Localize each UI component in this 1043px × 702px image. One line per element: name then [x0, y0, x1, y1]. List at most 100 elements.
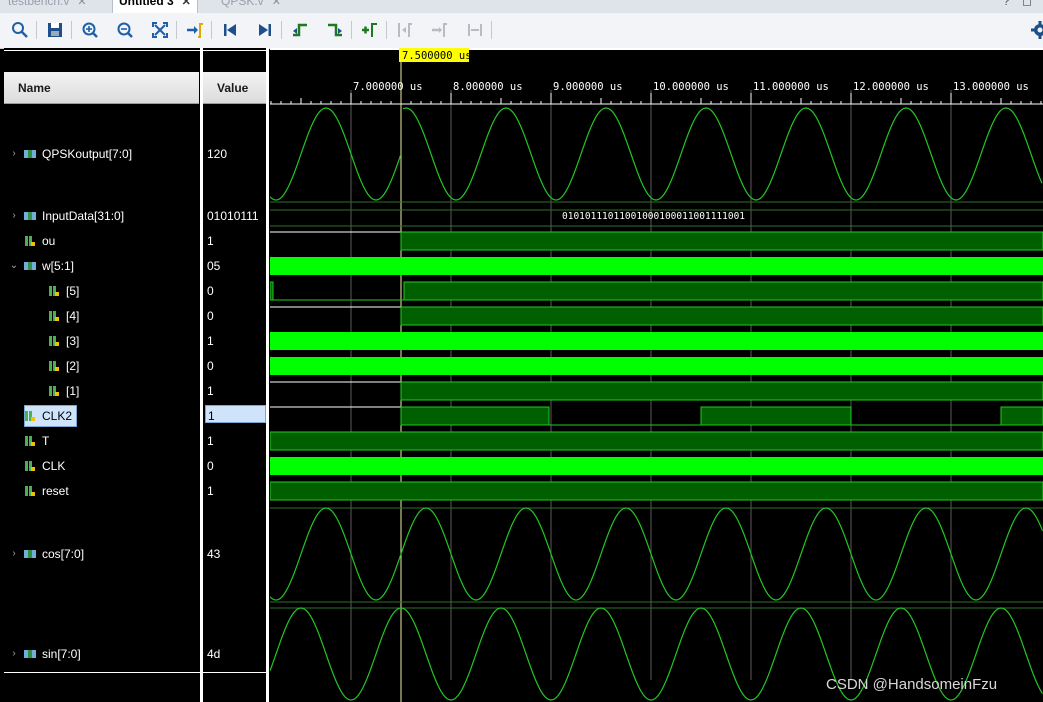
clk2-high	[400, 406, 550, 426]
time-tick-label: 7.000000 us	[353, 81, 423, 93]
value-column-header[interactable]: Value	[203, 72, 266, 104]
signal-value: 1	[205, 405, 266, 423]
timeline-top-border	[270, 48, 1043, 50]
bus-signal-icon	[24, 148, 36, 160]
signal-value: 05	[207, 259, 221, 273]
zoom-fit-icon[interactable]	[151, 21, 169, 39]
signal-row[interactable]: [2]	[4, 357, 200, 375]
signal-name: [4]	[66, 309, 80, 323]
signal-row[interactable]: › sin[7:0]	[4, 645, 200, 663]
go-to-last-time-icon[interactable]	[256, 21, 274, 39]
watermark: CSDN @HandsomeinFzu	[826, 676, 998, 693]
signal-row[interactable]: ⌄ w[5:1]	[4, 257, 200, 275]
next-transition-icon[interactable]	[326, 21, 344, 39]
settings-icon[interactable]	[1031, 21, 1043, 39]
w1-high	[400, 381, 1043, 401]
waveform-toolbar	[0, 13, 1043, 49]
collapse-chevron-icon[interactable]: ⌄	[8, 257, 20, 275]
signal-row[interactable]: [5]	[4, 282, 200, 300]
toolbar-divider	[211, 21, 212, 39]
signal-row[interactable]: reset	[4, 482, 200, 500]
bus-signal-icon	[24, 210, 36, 222]
signal-name: [1]	[66, 384, 80, 398]
add-marker-icon[interactable]	[361, 21, 379, 39]
save-icon[interactable]	[46, 21, 64, 39]
signal-name: reset	[42, 484, 69, 498]
bus-value-label: 01010111011001000100011001111001	[562, 211, 745, 222]
waveform-canvas[interactable]: 7.000000 us 8.000000 us 9.000000 us 10.0000…	[270, 48, 1043, 702]
next-marker-icon	[431, 21, 449, 39]
go-to-time-0-icon[interactable]	[221, 21, 239, 39]
panel-divider	[4, 50, 200, 51]
expand-chevron-icon[interactable]: ›	[8, 207, 20, 225]
clk-waveform	[270, 457, 1043, 475]
signal-value: 1	[207, 334, 214, 348]
logic-signal-icon	[24, 410, 36, 422]
signal-row[interactable]: [4]	[4, 307, 200, 325]
logic-signal-icon	[24, 435, 36, 447]
signal-row[interactable]: › QPSKoutput[7:0]	[4, 145, 200, 163]
w5-high	[270, 281, 274, 301]
tab-label: Untitled 3	[119, 0, 174, 8]
signal-row[interactable]: CLK2	[4, 405, 200, 427]
close-icon[interactable]: ✕	[272, 0, 281, 8]
swap-cursors-icon	[466, 21, 484, 39]
zoom-in-icon[interactable]	[81, 21, 99, 39]
signal-row[interactable]: › cos[7:0]	[4, 545, 200, 563]
signal-name: cos[7:0]	[42, 547, 85, 561]
signal-row[interactable]: T	[4, 432, 200, 450]
cos-waveform	[270, 507, 1043, 601]
panel-divider	[4, 672, 200, 673]
signal-value: 4d	[207, 647, 221, 661]
signal-row[interactable]: › InputData[31:0]	[4, 207, 200, 225]
bus-signal-icon	[24, 260, 36, 272]
signal-row[interactable]: [3]	[4, 332, 200, 350]
signal-row[interactable]: [1]	[4, 382, 200, 400]
search-icon[interactable]	[11, 21, 29, 39]
expand-chevron-icon[interactable]: ›	[8, 145, 20, 163]
signal-name: sin[7:0]	[42, 647, 81, 661]
maximize-icon[interactable]: ◻	[1022, 0, 1032, 8]
signal-name: [5]	[66, 284, 80, 298]
zoom-out-icon[interactable]	[116, 21, 134, 39]
signal-value: 120	[207, 147, 228, 161]
previous-transition-icon[interactable]	[291, 21, 309, 39]
toolbar-divider	[351, 21, 352, 39]
tab-testbench[interactable]: testbench.v ✕	[8, 0, 87, 13]
time-tick-label: 11.000000 us	[753, 81, 829, 93]
name-column-header[interactable]: Name	[4, 72, 199, 104]
time-tick-label: 13.000000 us	[953, 81, 1029, 93]
logic-signal-icon	[48, 335, 60, 347]
editor-tab-bar: testbench.v ✕ Untitled 3 ✕ QPSK.v ✕ ? ◻	[0, 0, 1043, 13]
w3-waveform	[270, 332, 1043, 350]
signal-row[interactable]: CLK	[4, 457, 200, 475]
toolbar-divider	[281, 21, 282, 39]
time-tick-label: 12.000000 us	[853, 81, 929, 93]
close-icon[interactable]: ✕	[77, 0, 86, 8]
tab-label: testbench.v	[8, 0, 70, 8]
go-to-cursor-icon[interactable]	[186, 21, 204, 39]
signal-row[interactable]: ou	[4, 232, 200, 250]
expand-chevron-icon[interactable]: ›	[8, 545, 20, 563]
signal-value: 0	[207, 284, 214, 298]
help-icon[interactable]: ?	[1003, 0, 1010, 8]
signal-value: 0	[207, 459, 214, 473]
time-tick-label: 9.000000 us	[553, 81, 623, 93]
w-bus-waveform	[270, 257, 1043, 275]
clk2-high	[700, 406, 852, 426]
bus-signal-icon	[24, 648, 36, 660]
previous-marker-icon	[396, 21, 414, 39]
panel-divider	[203, 50, 266, 51]
tab-qpsk[interactable]: QPSK.v ✕	[221, 0, 281, 13]
clk2-high	[1000, 406, 1043, 426]
tab-label: QPSK.v	[221, 0, 264, 8]
signal-name: [2]	[66, 359, 80, 373]
close-icon[interactable]: ✕	[182, 0, 191, 8]
wave-splitter[interactable]	[266, 48, 269, 702]
tab-untitled-3[interactable]: Untitled 3 ✕	[112, 0, 198, 13]
signal-name: w[5:1]	[42, 259, 75, 273]
expand-chevron-icon[interactable]: ›	[8, 645, 20, 663]
column-splitter[interactable]	[200, 48, 203, 702]
signal-value: 43	[207, 547, 221, 561]
logic-signal-icon	[24, 460, 36, 472]
